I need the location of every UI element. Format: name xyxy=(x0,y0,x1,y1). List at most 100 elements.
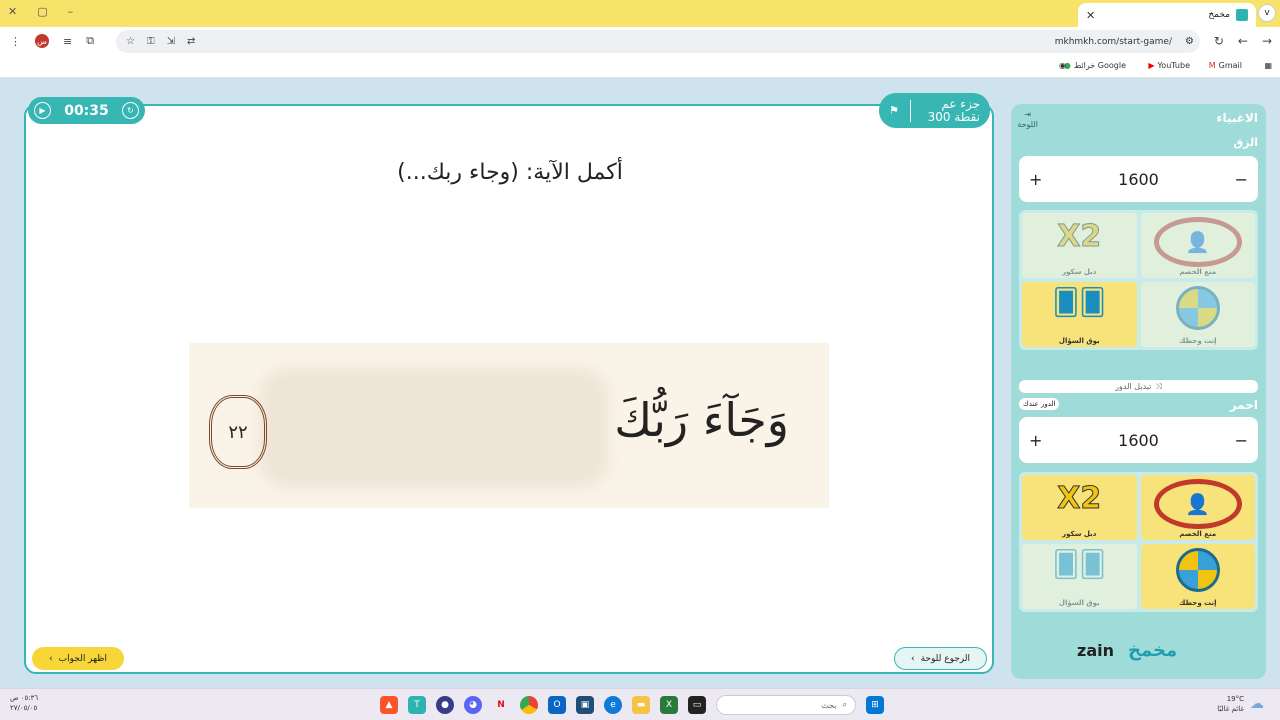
chrome-icon[interactable] xyxy=(520,696,538,714)
close-window-icon[interactable]: ✕ xyxy=(8,5,17,18)
category-name: جزء عم xyxy=(941,96,980,111)
question-cards-icon: 🂠🂠 xyxy=(1052,550,1106,580)
browser-toolbar: ⋮ س ≡ ⧉ ☆ ⚿ ⇲ ⇄ mkhmkh.com/start-game/ ⚙… xyxy=(0,27,1280,56)
url-text[interactable]: mkhmkh.com/start-game/ xyxy=(1055,37,1172,47)
team1-aid-double[interactable]: X2 دبل سكور xyxy=(1022,213,1137,278)
increase-button[interactable]: + xyxy=(1029,431,1042,450)
question-cards-icon: 🂠🂠 xyxy=(1052,288,1106,318)
team2-score-value: 1600 xyxy=(1118,430,1159,450)
team2-aid-luck[interactable]: إنت وحظك xyxy=(1140,544,1255,609)
address-bar[interactable]: ☆ ⚿ ⇲ ⇄ mkhmkh.com/start-game/ ⚙ xyxy=(116,30,1200,53)
x2-icon: X2 xyxy=(1057,219,1102,255)
team1-name: الاغبياء xyxy=(1216,111,1258,125)
outlook-icon[interactable]: O xyxy=(548,696,566,714)
verse-number: ٢٢ xyxy=(228,421,248,443)
obs-icon[interactable]: ● xyxy=(436,696,454,714)
team2-aid-cards[interactable]: 🂠🂠 بوق السؤال xyxy=(1022,544,1137,609)
windows-start-icon[interactable]: ⊞ xyxy=(866,696,884,714)
teams-icon[interactable]: T xyxy=(408,696,426,714)
bookmarks-bar: ▦ M Gmail ▶ YouTube ● خرائط Google ◉ xyxy=(0,56,1280,78)
team2-aid-block[interactable]: 👤 منع الخصم xyxy=(1140,475,1255,540)
team2-score: + 1600 − xyxy=(1019,417,1258,463)
back-board-link[interactable]: ⇥ اللوحة xyxy=(1017,110,1038,130)
category-badge: ⚑ جزء عم 300 نقطة xyxy=(879,93,990,128)
search-icon: ⌕ xyxy=(842,700,847,709)
taskbar-apps: ▲ T ● ◕ N O ▣ e ▬ X ▭ بحث ⌕ ⊞ xyxy=(380,695,884,715)
bookmark-star-icon[interactable]: ☆ xyxy=(126,36,135,47)
bookmark-gmail[interactable]: M Gmail xyxy=(1209,61,1242,70)
menu-icon[interactable]: ⋮ xyxy=(10,35,21,48)
swap-icon: ⤨ xyxy=(1155,381,1162,391)
window-controls: ✕ ▢ – xyxy=(8,5,73,18)
forward-icon[interactable]: → xyxy=(1262,34,1272,48)
profile-button[interactable]: v xyxy=(1258,4,1276,22)
cloud-icon: ☁ xyxy=(1250,696,1264,712)
team1-aids: X2 دبل سكور 👤 منع الخصم 🂠🂠 بوق السؤال إن… xyxy=(1019,210,1258,350)
flag-icon[interactable]: ⚑ xyxy=(889,99,911,122)
youtube-icon: ▶ xyxy=(1148,61,1155,70)
install-icon[interactable]: ⇲ xyxy=(167,36,175,47)
folder-icon[interactable]: ▬ xyxy=(632,696,650,714)
team2-aid-double[interactable]: X2 دبل سكور xyxy=(1022,475,1137,540)
luck-wheel-icon xyxy=(1175,548,1220,592)
chevron-left-icon: ‹ xyxy=(910,653,915,664)
turn-badge: الدور عندك xyxy=(1019,398,1060,410)
apps-icon[interactable]: ▦ xyxy=(1264,61,1272,70)
blurred-verse-area xyxy=(259,368,609,488)
brave-icon[interactable]: ▲ xyxy=(380,696,398,714)
reload-icon[interactable]: ↻ xyxy=(1214,34,1224,48)
discord-icon[interactable]: ◕ xyxy=(464,696,482,714)
team1-subtitle: الزق xyxy=(1233,136,1258,149)
extensions-icon[interactable]: ⧉ xyxy=(86,34,94,48)
gmail-icon: M xyxy=(1208,61,1216,70)
show-answer-button[interactable]: ‹ اظهر الجواب xyxy=(32,647,124,670)
timer-value: 00:35 xyxy=(64,102,109,119)
switch-turn-button[interactable]: تبديل الدور ⤨ xyxy=(1019,380,1258,393)
team1-aid-luck[interactable]: إنت وحظك xyxy=(1140,282,1255,347)
brand-footer: zain مخمخ xyxy=(1077,640,1177,661)
edge-icon[interactable]: e xyxy=(604,696,622,714)
taskbar: ٠٥:٣٦ ص ٢٧/٠٥/٠٥ ▲ T ● ◕ N O ▣ e ▬ X ▭ ب… xyxy=(0,688,1280,720)
close-tab-icon[interactable]: ✕ xyxy=(1086,9,1095,22)
reset-icon[interactable]: ↻ xyxy=(121,102,139,119)
decrease-button[interactable]: − xyxy=(1235,170,1248,189)
luck-wheel-icon xyxy=(1175,286,1220,330)
bookmark-maps[interactable]: ● خرائط Google xyxy=(1064,61,1126,70)
store-icon[interactable]: ▣ xyxy=(576,696,594,714)
site-info-icon[interactable]: ⚙ xyxy=(1185,36,1194,47)
back-icon[interactable]: ← xyxy=(1238,34,1248,48)
verse-number-ornament: ٢٢ xyxy=(209,395,267,469)
x2-icon: X2 xyxy=(1057,481,1102,517)
team2-aids: X2 دبل سكور 👤 منع الخصم 🂠🂠 بوق السؤال إن… xyxy=(1019,472,1258,612)
play-icon[interactable]: ▶ xyxy=(34,102,51,119)
password-icon[interactable]: ⚿ xyxy=(147,36,155,47)
weather-widget[interactable]: 19°C غائم غالبًا ☁ xyxy=(1217,694,1264,714)
tab-strip: ✕ ▢ – + مخمخ ✕ v xyxy=(0,0,1280,27)
team2-name: احمر xyxy=(1229,398,1258,412)
block-opponent-icon: 👤 xyxy=(1153,217,1242,267)
minimize-icon[interactable]: – xyxy=(68,5,74,18)
avatar[interactable]: س xyxy=(35,34,49,48)
chrome-icon[interactable]: ◉ xyxy=(1059,61,1066,70)
back-to-board-button[interactable]: ‹ الرجوع للوحة xyxy=(894,647,987,670)
block-opponent-icon: 👤 xyxy=(1153,479,1242,529)
site-logo: مخمخ xyxy=(1127,640,1178,661)
chevron-left-icon: ‹ xyxy=(49,653,53,664)
netflix-icon[interactable]: N xyxy=(492,696,510,714)
translate-icon[interactable]: ⇄ xyxy=(187,36,195,47)
terminal-icon[interactable]: ▭ xyxy=(688,696,706,714)
team1-score: + 1600 − xyxy=(1019,156,1258,202)
maximize-icon[interactable]: ▢ xyxy=(37,5,47,18)
nav-buttons: ↻ ← → xyxy=(1214,34,1272,48)
team1-aid-cards[interactable]: 🂠🂠 بوق السؤال xyxy=(1022,282,1137,347)
media-icon[interactable]: ≡ xyxy=(63,35,72,48)
team1-aid-block[interactable]: 👤 منع الخصم xyxy=(1140,213,1255,278)
clock[interactable]: ٠٥:٣٦ ص ٢٧/٠٥/٠٥ xyxy=(10,693,38,713)
xbox-icon[interactable]: X xyxy=(660,696,678,714)
category-points: 300 نقطة xyxy=(927,109,980,124)
decrease-button[interactable]: − xyxy=(1235,431,1248,450)
taskbar-search[interactable]: بحث ⌕ xyxy=(716,695,856,715)
increase-button[interactable]: + xyxy=(1029,170,1042,189)
bookmark-youtube[interactable]: ▶ YouTube xyxy=(1148,61,1190,70)
browser-tab[interactable]: مخمخ ✕ xyxy=(1078,3,1256,27)
